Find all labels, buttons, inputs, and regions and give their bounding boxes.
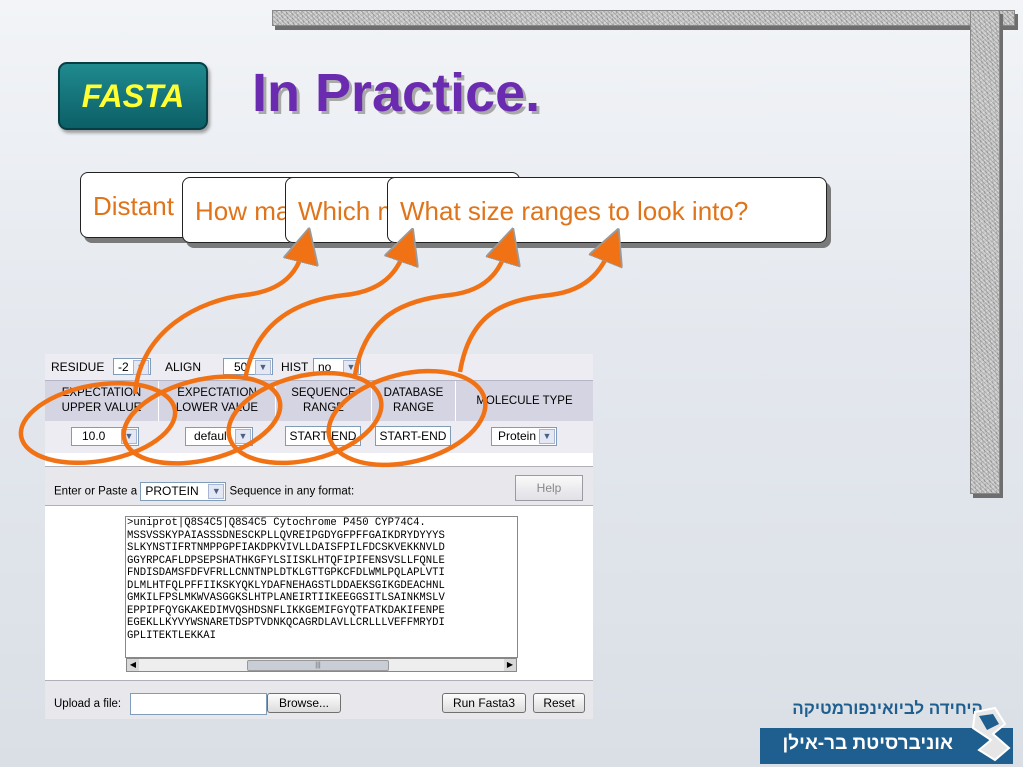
scroll-right-icon[interactable]: ▶ [504,659,516,671]
chevron-down-icon: ▼ [343,360,359,375]
sequence-area: >uniprot|Q8S4C5|Q8S4C5 Cytochrome P450 C… [45,505,593,681]
database-range-input[interactable]: START-END [375,426,451,446]
sequence-line: EPPIPFQYGKAKEDIMVQSHDSNFLIKKGEMIFGYQTFAT… [127,604,445,617]
parameter-value-row: 10.0 ▼ default ▼ START-END START-END Pro… [45,421,593,453]
paste-type-select[interactable]: PROTEIN ▼ [140,482,227,501]
hist-label: HIST [281,360,309,374]
sequence-panel: Enter or Paste a PROTEIN ▼ Sequence in a… [45,466,593,719]
expectation-lower-select[interactable]: default ▼ [185,427,253,446]
hist-select[interactable]: no ▼ [313,358,361,375]
fasta-badge: FASTA [58,62,208,130]
arrow-to-callout-size-ranges [457,245,612,373]
sequence-line: EGEKLLKYVYWSNARETDSPTVDNKQCAGRDLAVLLCRLL… [127,617,445,629]
header-sequence-range: SEQUENCE RANGE [276,381,372,421]
scroll-left-icon[interactable]: ◀ [127,659,139,671]
residue-select[interactable]: -2 ▼ [113,358,151,375]
sequence-line: DLMLHTFQLPFFIIKSKYQKLYDAFNEHAGSTLDDAEKSG… [127,579,445,592]
horizontal-scrollbar[interactable]: ◀ ||| ▶ [126,658,517,672]
chevron-down-icon: ▼ [121,429,137,444]
chevron-down-icon: ▼ [208,484,225,499]
header-expectation-lower: EXPECTATION LOWER VALUE [159,381,276,421]
sequence-line: FNDISDAMSFDFVFRLLCNNTNPLDTKLGTTGPKCFDLWM… [127,567,445,579]
sequence-line: GGYRPCAFLDPSEPSHATHKGFYLSIISKLHTQFIPIFEN… [127,554,445,567]
sequence-textarea[interactable]: >uniprot|Q8S4C5|Q8S4C5 Cytochrome P450 C… [125,516,518,658]
residue-label: RESIDUE [51,360,105,374]
chevron-down-icon: ▼ [255,360,271,375]
sequence-line: GMKILFPSLMKWVASGGKSLHTPLANEIRTIIKEEGGSIT… [127,592,445,604]
upload-label: Upload a file: [54,698,122,710]
browse-button[interactable]: Browse... [267,693,341,713]
header-molecule-type: MOLECULE TYPE [476,394,573,407]
align-select[interactable]: 50 ▼ [223,358,273,375]
molecule-type-select[interactable]: Protein ▼ [491,427,557,446]
bar-ilan-logo: היחידה לביואינפורמטיקה אוניברסיטת בר-איל… [760,696,1013,767]
sequence-line: SLKYNSTIFRTNMPPGPFIAKDPKVIVLLDAISFPILFDC… [127,542,445,554]
fasta-badge-label: FASTA [81,77,185,114]
run-fasta3-button[interactable]: Run Fasta3 [442,693,526,713]
bar-ilan-emblem-icon [971,706,1011,762]
decorative-side-bar [970,10,1000,494]
align-label: ALIGN [165,360,202,374]
logo-unit-text: היחידה לביואינפורמטיקה [792,699,983,718]
reset-button[interactable]: Reset [533,693,585,713]
logo-university-text: אוניברסיטת בר-אילן [782,733,954,754]
header-expectation-upper: EXPECTATION UPPER VALUE [45,381,159,421]
help-button[interactable]: Help [515,475,583,501]
options-row: RESIDUE -2 ▼ ALIGN 50 ▼ HIST no ▼ [45,354,593,381]
fasta-form-screenshot: RESIDUE -2 ▼ ALIGN 50 ▼ HIST no ▼ EXPECT… [45,354,593,719]
chevron-down-icon: ▼ [133,360,149,375]
sequence-range-input[interactable]: START-END [285,426,361,446]
chevron-down-icon: ▼ [235,429,251,444]
sequence-line: >uniprot|Q8S4C5|Q8S4C5 Cytochrome P450 C… [127,517,426,529]
sequence-line: GPLITEKTLEKKAI [127,629,217,642]
parameter-header-row: EXPECTATION UPPER VALUE EXPECTATION LOWE… [45,381,593,421]
scroll-thumb[interactable]: ||| [247,660,389,671]
header-database-range: DATABASE RANGE [372,381,456,421]
decorative-top-bar [272,10,1015,26]
callout-size-ranges: What size ranges to look into? [387,177,827,243]
paste-instruction: Enter or Paste a PROTEIN ▼ Sequence in a… [54,482,354,501]
file-path-input[interactable] [130,693,267,715]
expectation-upper-select[interactable]: 10.0 ▼ [71,427,139,446]
slide-title: In Practice. [252,63,541,123]
sequence-line: MSSVSSKYPAIASSSDNESCKPLLQVREIPGDYGFPFFGA… [127,529,445,542]
chevron-down-icon: ▼ [539,429,555,444]
